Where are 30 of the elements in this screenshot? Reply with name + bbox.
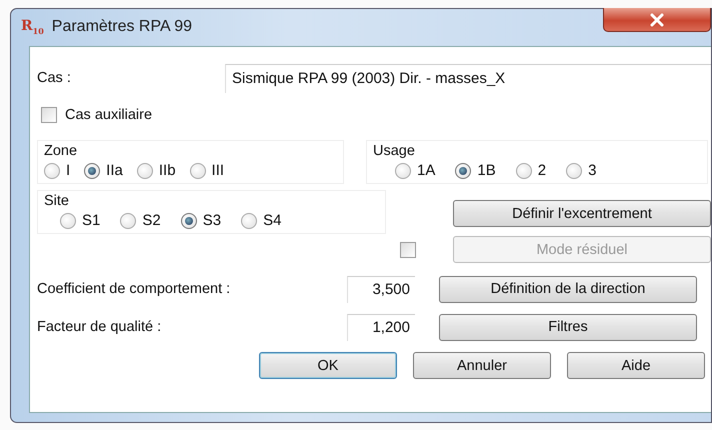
window-title: Paramètres RPA 99 [52, 18, 192, 36]
radio-option[interactable]: 1A [395, 162, 436, 179]
number-field[interactable]: 1,200 [347, 314, 415, 340]
dialog-button[interactable]: Annuler [413, 352, 551, 379]
group-label: Zone [44, 143, 78, 159]
eccentricity-button[interactable]: Définir l'excentrement [453, 200, 711, 227]
field-label: Coefficient de comportement : [37, 281, 232, 297]
group-label: Usage [373, 143, 416, 159]
close-icon [649, 12, 665, 26]
dialog-button[interactable]: Aide [567, 352, 705, 379]
radio-option[interactable]: S4 [241, 212, 282, 229]
app-logo: R$_{10}$ [21, 18, 44, 36]
dialog-button[interactable]: Filtres [439, 314, 697, 340]
radio-option[interactable]: S2 [120, 212, 161, 229]
field-label: Facteur de qualité : [37, 319, 162, 335]
radio-option[interactable]: III [190, 162, 224, 179]
radio-option[interactable]: IIa [84, 162, 123, 179]
case-field[interactable]: Sismique RPA 99 (2003) Dir. - masses_X [225, 64, 711, 92]
close-button[interactable] [603, 8, 711, 32]
number-field[interactable]: 3,500 [347, 276, 415, 302]
dialog-button[interactable]: Définition de la direction [439, 276, 697, 302]
checkbox-label: Cas auxiliaire [65, 107, 152, 123]
radio-option[interactable]: 1B [455, 162, 496, 179]
dialog-button[interactable]: OK [259, 352, 397, 379]
group-label: Site [44, 193, 70, 209]
radio-option[interactable]: S3 [180, 212, 222, 229]
checkbox[interactable] [41, 107, 57, 123]
case-label: Cas : [37, 70, 72, 86]
radio-option[interactable]: S1 [60, 212, 100, 229]
radio-option[interactable]: IIb [136, 162, 176, 179]
